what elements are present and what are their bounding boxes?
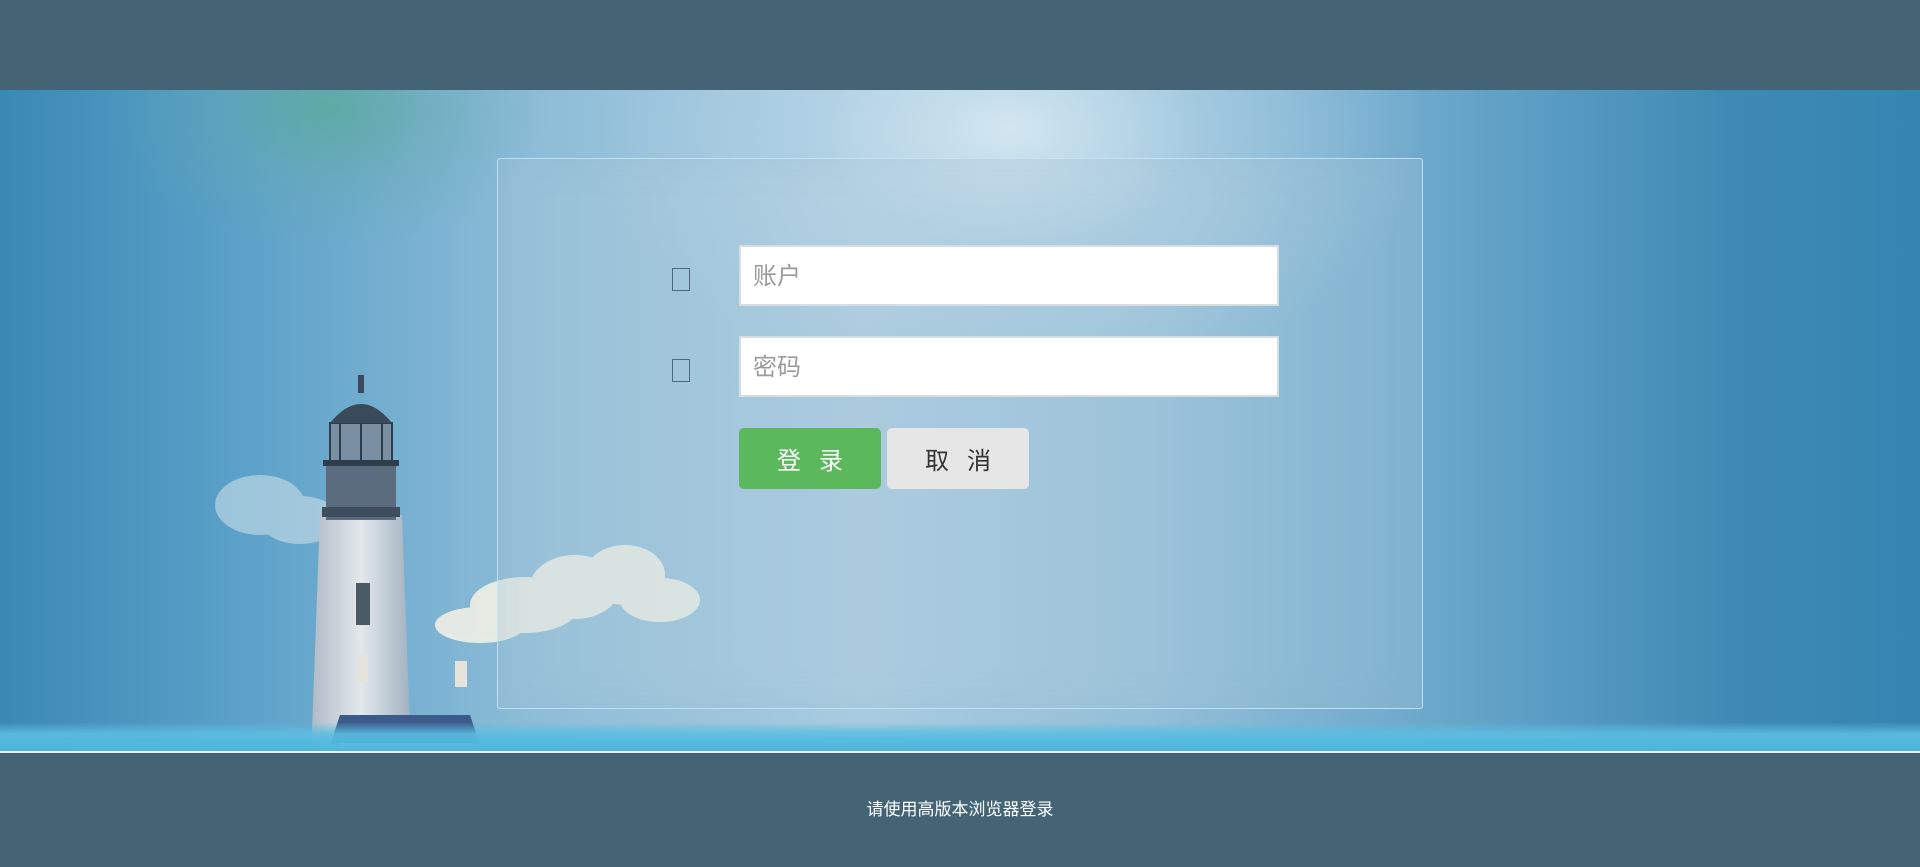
- cancel-button[interactable]: 取消: [887, 428, 1029, 489]
- password-input[interactable]: [739, 336, 1279, 397]
- login-panel: 登录 取消: [497, 158, 1423, 709]
- login-page: 登录 取消 请使用高版本浏览器登录: [0, 0, 1920, 867]
- lock-icon: [672, 359, 690, 382]
- account-input[interactable]: [739, 245, 1279, 306]
- sea-strip: [0, 722, 1920, 752]
- login-button[interactable]: 登录: [739, 428, 881, 489]
- user-icon: [672, 268, 690, 291]
- footer-notice: 请使用高版本浏览器登录: [866, 800, 1054, 820]
- top-header-bar: [0, 0, 1920, 90]
